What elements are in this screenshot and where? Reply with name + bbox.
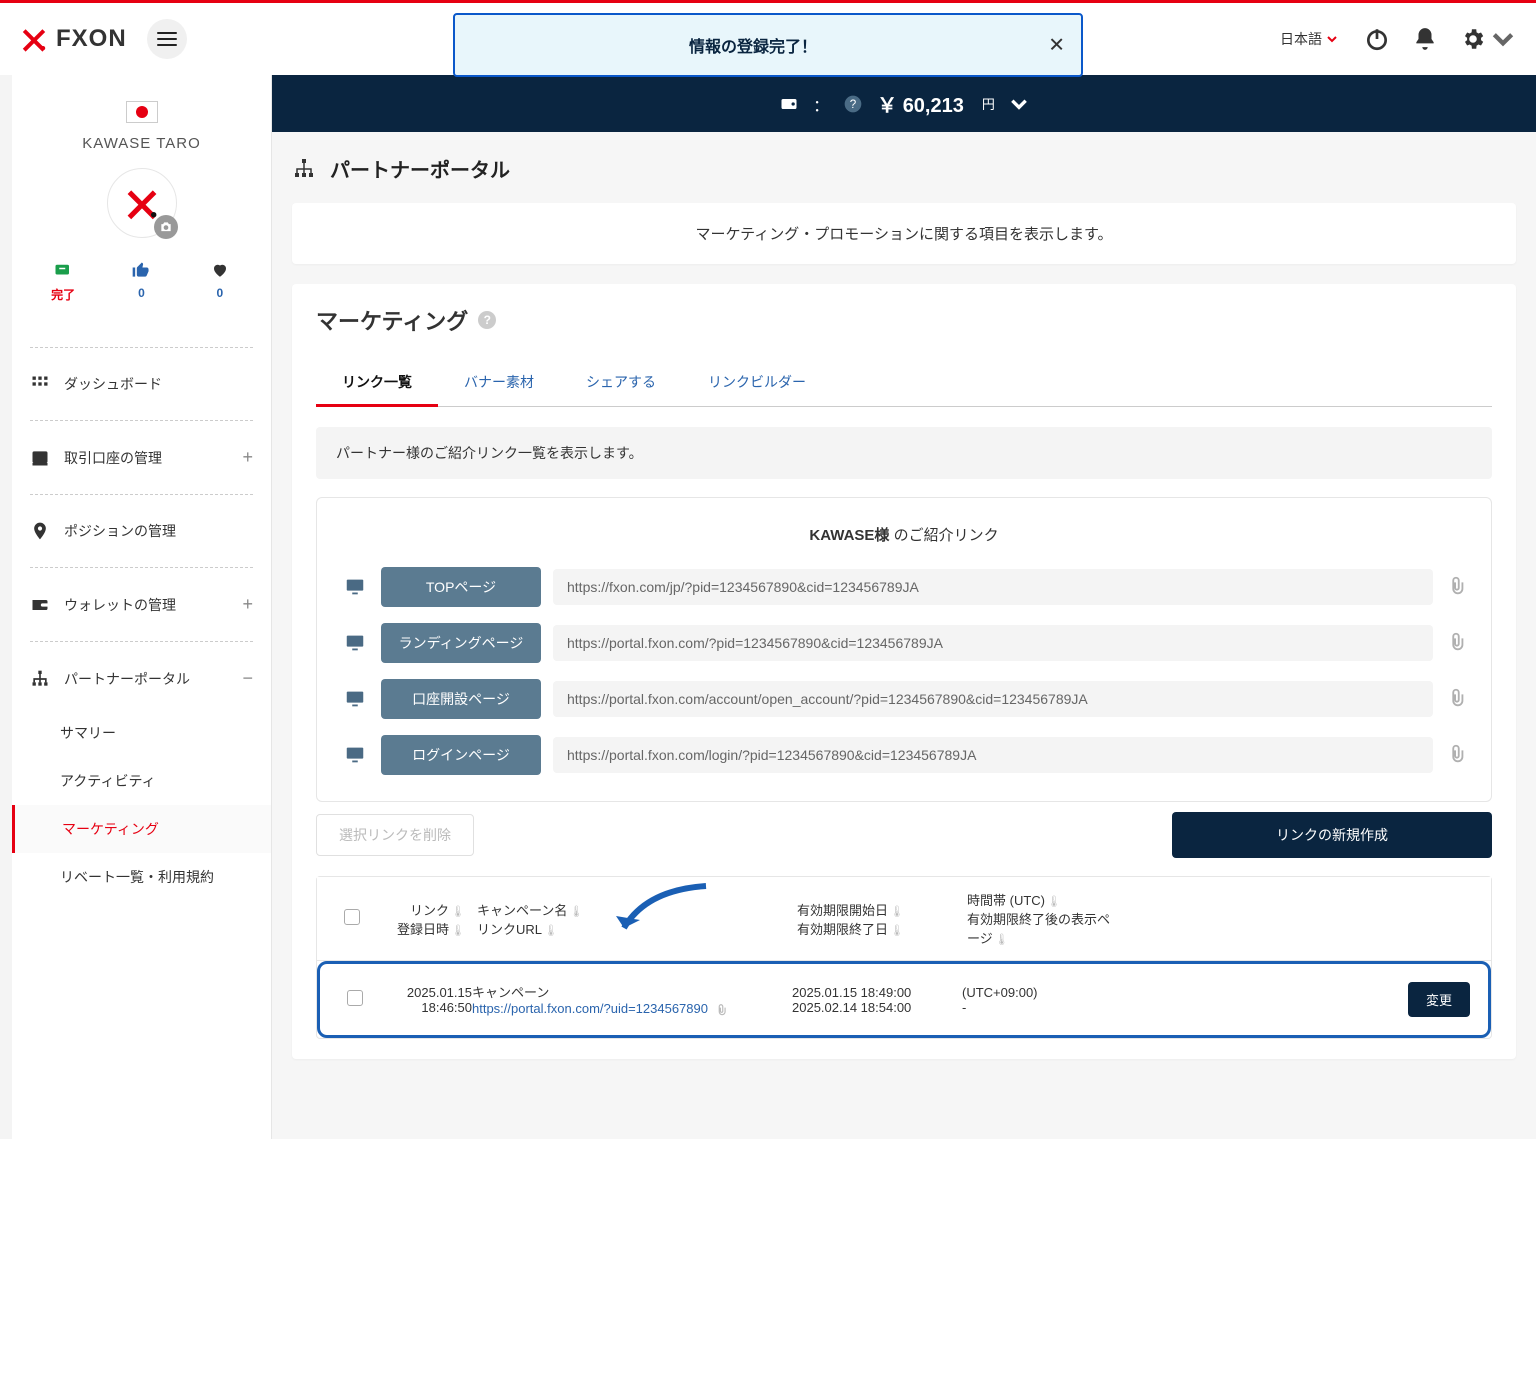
link-type-badge: TOPページ (381, 567, 541, 607)
select-all-checkbox[interactable] (344, 909, 360, 925)
info-card: マーケティング・プロモーションに関する項目を表示します。 (292, 203, 1516, 264)
expand-icon: + (242, 594, 253, 615)
subnav-summary[interactable]: サマリー (42, 709, 271, 757)
sitemap-icon (292, 157, 316, 181)
copy-icon[interactable] (1445, 575, 1467, 600)
link-url[interactable]: https://portal.fxon.com/account/open_acc… (553, 681, 1433, 717)
monitor-icon (341, 685, 369, 713)
hamburger-menu[interactable] (147, 19, 187, 59)
nav-accounts[interactable]: 取引口座の管理 + (12, 427, 271, 488)
subnav-rebate[interactable]: リベート一覧・利用規約 (42, 853, 271, 901)
attach-icon[interactable] (708, 1001, 728, 1016)
stat-favorites: 0 (190, 260, 250, 303)
row-checkbox[interactable] (347, 990, 363, 1006)
language-selector[interactable]: 日本語 (1280, 29, 1338, 49)
help-icon[interactable]: ? (478, 311, 496, 329)
link-type-badge: 口座開設ページ (381, 679, 541, 719)
link-url[interactable]: https://portal.fxon.com/?pid=1234567890&… (553, 625, 1433, 661)
tab-share[interactable]: シェアする (560, 360, 682, 406)
logo-text: FXON (56, 25, 127, 53)
logo[interactable]: FXON (20, 25, 127, 53)
toast-close-button[interactable]: ✕ (1048, 33, 1065, 58)
avatar[interactable] (107, 168, 177, 238)
collapse-icon: − (242, 668, 253, 689)
nav-positions[interactable]: ポジションの管理 (12, 501, 271, 561)
campaign-url-link[interactable]: https://portal.fxon.com/?uid=1234567890 (472, 1001, 708, 1016)
subnav-activity[interactable]: アクティビティ (42, 757, 271, 805)
referral-title: KAWASE様 のご紹介リンク (341, 524, 1467, 545)
nav-partner[interactable]: パートナーポータル − (12, 648, 271, 709)
gear-icon[interactable] (1460, 26, 1516, 52)
sidebar: KAWASE TARO 完了 0 0 (12, 75, 272, 1139)
balance-bar[interactable]: ： ? ￥ 60,213 円 (272, 75, 1536, 132)
copy-icon[interactable] (1445, 687, 1467, 712)
page-title: パートナーポータル (330, 154, 510, 183)
link-type-badge: ログインページ (381, 735, 541, 775)
copy-icon[interactable] (1445, 743, 1467, 768)
highlighted-row: 2025.01.15 18:46:50 キャンペーン https://porta… (317, 961, 1491, 1038)
subnav-marketing[interactable]: マーケティング (12, 805, 271, 853)
profile-name: KAWASE TARO (12, 135, 271, 152)
stat-likes: 0 (111, 260, 171, 303)
tab-banner[interactable]: バナー素材 (438, 360, 560, 406)
camera-icon[interactable] (154, 215, 178, 239)
power-icon[interactable] (1364, 26, 1390, 52)
svg-text:?: ? (850, 98, 857, 111)
bell-icon[interactable] (1412, 26, 1438, 52)
monitor-icon (341, 573, 369, 601)
link-url[interactable]: https://portal.fxon.com/login/?pid=12345… (553, 737, 1433, 773)
link-url[interactable]: https://fxon.com/jp/?pid=1234567890&cid=… (553, 569, 1433, 605)
toast-notification: 情報の登録完了！ ✕ (453, 13, 1083, 77)
colon-label: ： (813, 92, 829, 116)
create-link-button[interactable]: リンクの新規作成 (1172, 812, 1492, 858)
monitor-icon (341, 741, 369, 769)
nav-wallet[interactable]: ウォレットの管理 + (12, 574, 271, 635)
toast-message: 情報の登録完了！ (689, 39, 817, 56)
change-button[interactable]: 変更 (1408, 982, 1470, 1017)
tab-link-list[interactable]: リンク一覧 (316, 360, 438, 407)
copy-icon[interactable] (1445, 631, 1467, 656)
delete-links-button[interactable]: 選択リンクを削除 (316, 814, 474, 856)
country-flag (126, 101, 158, 123)
tab-notice: パートナー様のご紹介リンク一覧を表示します。 (316, 427, 1492, 479)
nav-dashboard[interactable]: ダッシュボード (12, 354, 271, 414)
section-title: マーケティング (316, 304, 468, 336)
link-type-badge: ランディングページ (381, 623, 541, 663)
tab-builder[interactable]: リンクビルダー (682, 360, 832, 406)
stat-complete: 完了 (33, 260, 93, 303)
monitor-icon (341, 629, 369, 657)
expand-icon: + (242, 447, 253, 468)
annotation-arrow (616, 880, 716, 946)
